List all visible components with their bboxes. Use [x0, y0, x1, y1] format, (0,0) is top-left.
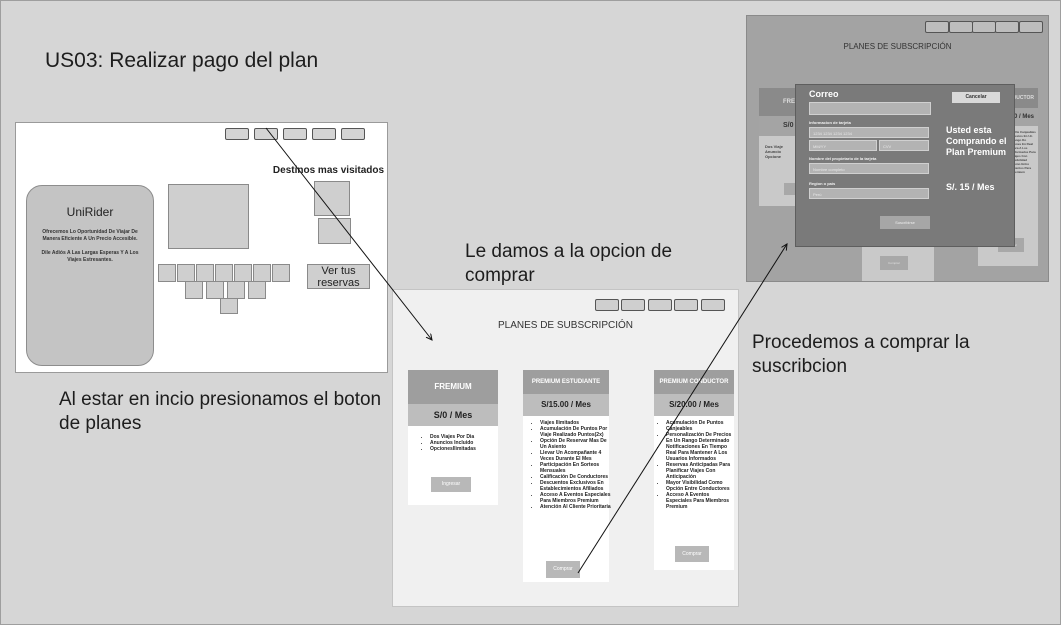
flow-arrows — [265, 127, 1060, 574]
storyboard-canvas: US03: Realizar pago del plan Al estar en… — [0, 0, 1061, 625]
arrow-to-purchase — [577, 244, 787, 574]
arrow-to-plans — [265, 127, 432, 340]
